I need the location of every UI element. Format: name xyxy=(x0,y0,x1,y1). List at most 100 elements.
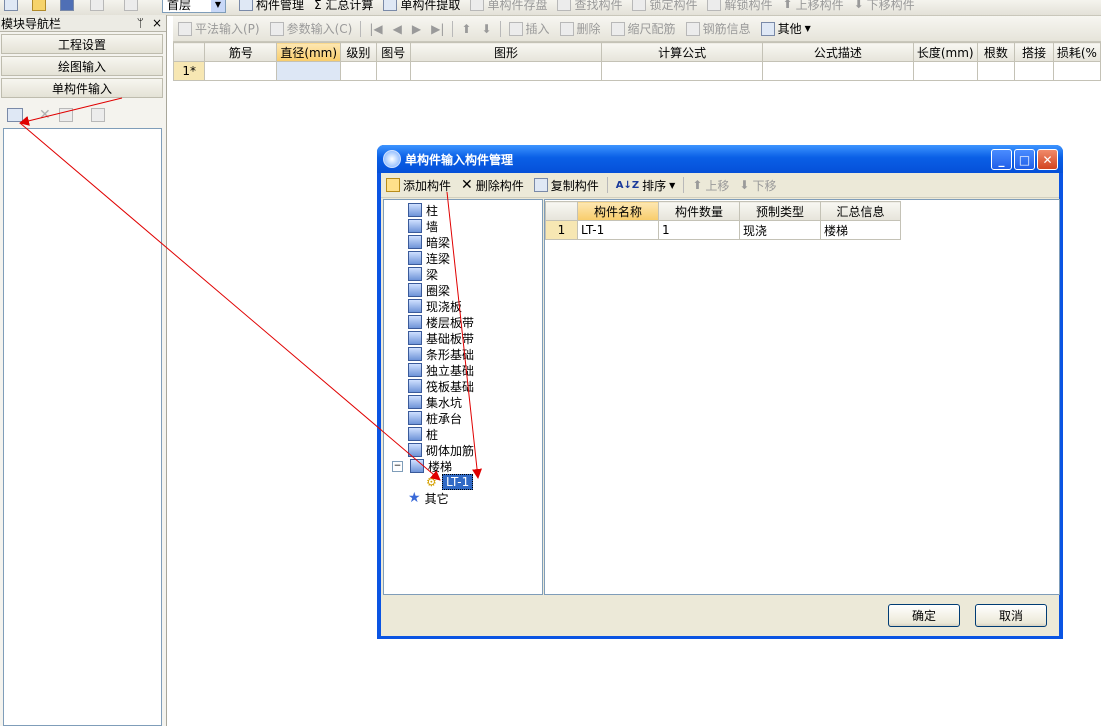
tree-item-lt1[interactable]: ⚙ LT-1 xyxy=(426,474,474,490)
last-record-button[interactable]: ▶| xyxy=(426,16,449,41)
col-figure-no[interactable]: 图号 xyxy=(375,42,411,62)
tree-item-sump-pit[interactable]: 集水坑 xyxy=(408,394,462,410)
close-button[interactable]: ✕ xyxy=(1037,149,1058,170)
insert-row-button[interactable]: 插入 xyxy=(504,16,555,41)
undo-icon[interactable] xyxy=(90,0,104,11)
table-row[interactable]: 1* xyxy=(172,61,1101,81)
row-down-button[interactable]: ⬇ xyxy=(476,16,496,41)
pingfa-input-button[interactable]: 平法输入(P) xyxy=(173,16,265,41)
col-diameter[interactable]: 直径(mm) xyxy=(276,42,342,62)
rebar-info-button[interactable]: 钢筋信息 xyxy=(681,16,756,41)
col-grade[interactable]: 级别 xyxy=(340,42,377,62)
summary-calc-button[interactable]: Σ 汇总计算 xyxy=(309,0,378,15)
tree-item-beam[interactable]: 梁 xyxy=(408,266,438,282)
grid-cell[interactable] xyxy=(976,61,1016,81)
tree-item-stair[interactable]: − 楼梯 xyxy=(392,458,452,474)
close-icon[interactable]: × xyxy=(152,16,162,30)
prev-record-button[interactable]: ◀ xyxy=(388,16,407,41)
cell-component-name[interactable]: LT-1 xyxy=(577,220,659,240)
grid-cell[interactable] xyxy=(340,61,377,81)
tree-item-hidden-beam[interactable]: 暗梁 xyxy=(408,234,450,250)
chevron-down-icon[interactable]: ▼ xyxy=(211,0,225,12)
grid-cell[interactable] xyxy=(761,61,914,81)
component-list[interactable] xyxy=(3,128,162,726)
tree-item-floor-strip[interactable]: 楼层板带 xyxy=(408,314,474,330)
unlock-component-button[interactable]: 解锁构件 xyxy=(702,0,777,15)
tree-item-other[interactable]: ★ 其它 xyxy=(408,490,449,506)
component-type-tree[interactable]: 柱 墙 暗梁 连梁 梁 圈梁 现浇板 楼层板带 基础板带 条形基础 独立基础 筏… xyxy=(383,199,543,595)
copy-icon[interactable] xyxy=(58,108,73,122)
tree-item-pile[interactable]: 桩 xyxy=(408,426,438,442)
other-menu-button[interactable]: 其他 ▼ xyxy=(756,16,816,41)
move-down-button[interactable]: ⬇ 下移 xyxy=(734,173,781,197)
minimize-button[interactable]: _ xyxy=(991,149,1012,170)
tree-item-isolated-footing[interactable]: 独立基础 xyxy=(408,362,474,378)
col-component-name[interactable]: 构件名称 xyxy=(577,201,659,221)
extract-component-button[interactable]: 单构件提取 xyxy=(378,0,465,15)
grid-cell[interactable] xyxy=(204,61,278,81)
ok-button[interactable]: 确定 xyxy=(888,604,960,627)
cell-prefab-type[interactable]: 现浇 xyxy=(739,220,821,240)
col-length[interactable]: 长度(mm) xyxy=(912,42,978,62)
grid-cell[interactable] xyxy=(1014,61,1054,81)
col-bar-no[interactable]: 筋号 xyxy=(204,42,278,62)
nav-drawing-input[interactable]: 绘图输入 xyxy=(1,56,163,76)
tree-item-foundation-strip[interactable]: 基础板带 xyxy=(408,330,474,346)
nav-project-settings[interactable]: 工程设置 xyxy=(1,34,163,54)
floor-select[interactable]: 首层 ▼ xyxy=(162,0,226,13)
delete-row-button[interactable]: 删除 xyxy=(555,16,606,41)
tree-item-masonry-rebar[interactable]: 砌体加筋 xyxy=(408,442,474,458)
copy-component-button[interactable]: 复制构件 xyxy=(529,173,604,197)
sort-button[interactable]: A↓Z 排序 ▼ xyxy=(611,173,681,197)
add-component-button[interactable]: 添加构件 xyxy=(381,173,456,197)
grid-cell-selected[interactable] xyxy=(276,61,342,81)
tree-item-strip-footing[interactable]: 条形基础 xyxy=(408,346,474,362)
paste-icon[interactable] xyxy=(90,108,105,122)
move-up-component-button[interactable]: ⬆ 上移构件 xyxy=(778,0,849,15)
redo-icon[interactable] xyxy=(124,0,138,11)
dialog-title-bar[interactable]: 单构件输入构件管理 xyxy=(377,145,1063,173)
row-up-button[interactable]: ⬆ xyxy=(456,16,476,41)
tree-item-raft-foundation[interactable]: 筏板基础 xyxy=(408,378,474,394)
move-up-button[interactable]: ⬆ 上移 xyxy=(687,173,734,197)
save-component-button[interactable]: 单构件存盘 xyxy=(465,0,552,15)
tree-item-coupling-beam[interactable]: 连梁 xyxy=(408,250,450,266)
tree-item-cast-slab[interactable]: 现浇板 xyxy=(408,298,462,314)
maximize-button[interactable]: □ xyxy=(1014,149,1035,170)
collapse-icon[interactable]: − xyxy=(392,460,403,472)
delete-component-button[interactable]: ✕ 删除构件 xyxy=(456,173,529,197)
grid-cell[interactable] xyxy=(1052,61,1101,81)
row-header[interactable]: 1* xyxy=(172,61,206,81)
row-header[interactable]: 1 xyxy=(545,220,578,240)
scale-rebar-button[interactable]: 缩尺配筋 xyxy=(606,16,681,41)
first-record-button[interactable]: |◀ xyxy=(364,16,387,41)
move-down-component-button[interactable]: ⬇ 下移构件 xyxy=(849,0,920,15)
cancel-button[interactable]: 取消 xyxy=(975,604,1047,627)
grid-cell[interactable] xyxy=(912,61,978,81)
component-manage-icon[interactable] xyxy=(7,108,23,122)
tree-item-wall[interactable]: 墙 xyxy=(408,218,438,234)
find-component-button[interactable]: 查找构件 xyxy=(552,0,627,15)
tree-item-ring-beam[interactable]: 圈梁 xyxy=(408,282,450,298)
col-count[interactable]: 根数 xyxy=(976,42,1016,62)
component-manage-button[interactable]: 构件管理 xyxy=(234,0,309,15)
tree-item-column[interactable]: 柱 xyxy=(408,202,438,218)
open-folder-icon[interactable] xyxy=(32,0,46,11)
nav-single-component-input[interactable]: 单构件输入 xyxy=(1,78,163,98)
col-loss[interactable]: 损耗(% xyxy=(1052,42,1101,62)
lock-component-button[interactable]: 锁定构件 xyxy=(627,0,702,15)
col-lap[interactable]: 搭接 xyxy=(1014,42,1054,62)
grid-cell[interactable] xyxy=(409,61,603,81)
col-summary-info[interactable]: 汇总信息 xyxy=(820,201,901,221)
save-icon[interactable] xyxy=(60,0,74,11)
new-file-icon[interactable] xyxy=(4,0,18,11)
col-formula-desc[interactable]: 公式描述 xyxy=(761,42,914,62)
delete-icon[interactable]: ✕ xyxy=(39,107,51,123)
col-shape[interactable]: 图形 xyxy=(409,42,603,62)
col-component-count[interactable]: 构件数量 xyxy=(658,201,740,221)
table-row[interactable]: 1 LT-1 1 现浇 楼梯 xyxy=(545,220,901,240)
tree-item-pile-cap[interactable]: 桩承台 xyxy=(408,410,462,426)
col-prefab-type[interactable]: 预制类型 xyxy=(739,201,821,221)
param-input-button[interactable]: 参数输入(C) xyxy=(265,16,358,41)
col-formula[interactable]: 计算公式 xyxy=(601,42,763,62)
